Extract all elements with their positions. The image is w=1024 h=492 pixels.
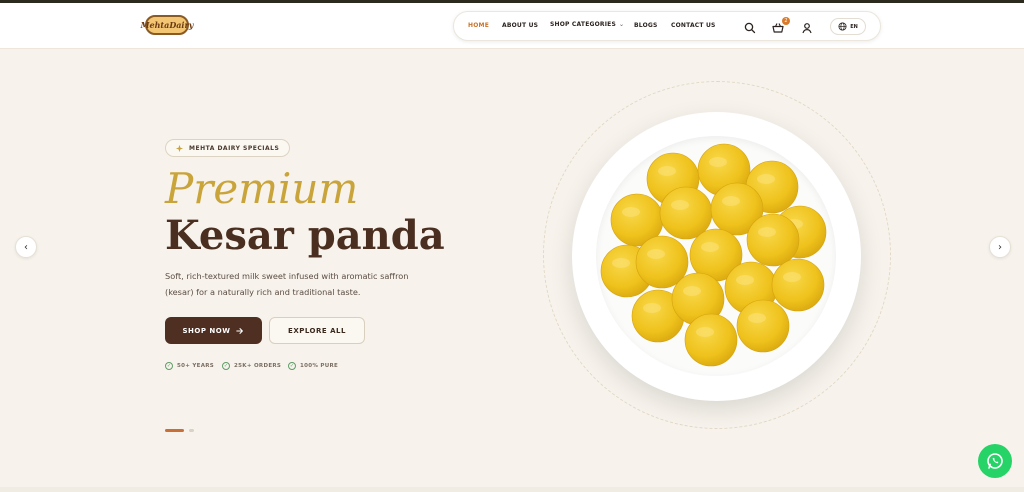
whatsapp-chat-button[interactable] — [978, 444, 1012, 478]
nav-shop-categories[interactable]: SHOP CATEGORIES ⌄ — [550, 21, 624, 28]
brand-logo[interactable]: MehtaDairy — [141, 15, 193, 35]
shop-now-label: SHOP NOW — [182, 326, 231, 335]
language-label: EN — [850, 23, 858, 30]
globe-icon — [838, 22, 847, 31]
nav-contact-us[interactable]: CONTACT US — [671, 22, 716, 29]
hero-title-italic: Premium — [165, 164, 359, 213]
slider-next-button[interactable]: › — [989, 236, 1011, 258]
search-icon[interactable] — [743, 20, 757, 34]
nav-home[interactable]: HOME — [468, 22, 489, 29]
nav-shop-categories-label: SHOP CATEGORIES — [550, 21, 616, 28]
whatsapp-icon — [987, 453, 1003, 469]
bottom-strip — [0, 487, 1024, 492]
slider-dot[interactable] — [189, 429, 194, 432]
feature-pure: ✓ 100% PURE — [288, 362, 338, 370]
arrow-right-icon — [236, 327, 244, 334]
hero-title-main: Kesar panda — [165, 212, 445, 259]
logo-text: MehtaDairy — [140, 20, 194, 30]
plate-inner — [596, 136, 836, 376]
check-circle-icon: ✓ — [222, 362, 230, 370]
feature-years-label: 50+ YEARS — [177, 363, 215, 369]
explore-all-button[interactable]: EXPLORE ALL — [269, 317, 365, 344]
nav-blogs[interactable]: BLOGS — [634, 22, 658, 29]
sparkle-icon — [175, 144, 184, 152]
feature-years: ✓ 50+ YEARS — [165, 362, 214, 370]
hero-description: Soft, rich-textured milk sweet infused w… — [165, 271, 409, 297]
user-icon[interactable] — [800, 20, 814, 34]
specials-badge-label: MEHTA DAIRY SPECIALS — [189, 144, 280, 152]
explore-all-label: EXPLORE ALL — [288, 326, 346, 335]
slider-dot-active[interactable] — [165, 429, 184, 432]
slider-prev-button[interactable]: ‹ — [15, 236, 37, 258]
specials-badge: MEHTA DAIRY SPECIALS — [165, 139, 290, 157]
chevron-down-icon: ⌄ — [619, 21, 625, 28]
nav-about-us[interactable]: ABOUT US — [502, 22, 538, 29]
check-circle-icon: ✓ — [288, 362, 296, 370]
check-circle-icon: ✓ — [165, 362, 173, 370]
feature-orders-label: 25K+ ORDERS — [234, 363, 282, 369]
feature-orders: ✓ 25K+ ORDERS — [222, 362, 281, 370]
main-navigation: HOME ABOUT US SHOP CATEGORIES ⌄ BLOGS CON… — [453, 11, 881, 41]
chevron-right-icon: › — [998, 241, 1002, 253]
feature-pure-label: 100% PURE — [300, 363, 339, 369]
site-header: MehtaDairy HOME ABOUT US SHOP CATEGORIES… — [0, 3, 1024, 49]
cart-count-badge: 2 — [782, 17, 790, 25]
chevron-left-icon: ‹ — [24, 241, 28, 253]
language-selector[interactable]: EN — [830, 18, 866, 35]
shop-now-button[interactable]: SHOP NOW — [165, 317, 262, 344]
